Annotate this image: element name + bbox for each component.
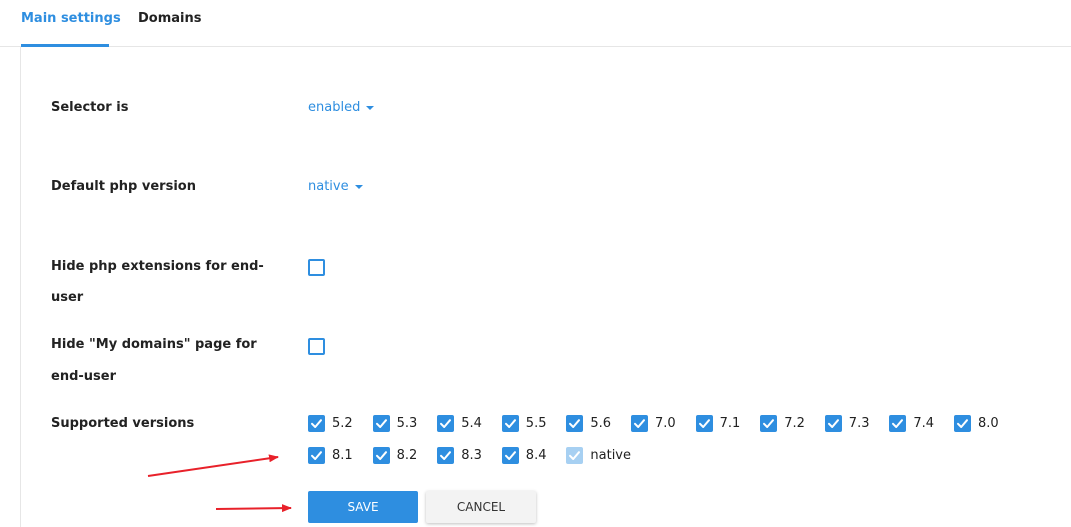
version-option-5-3[interactable]: 5.3: [372, 415, 418, 432]
tab-domains[interactable]: Domains: [138, 11, 202, 26]
version-checkbox-5-6[interactable]: [566, 415, 584, 432]
version-checkbox-8-3[interactable]: [437, 447, 455, 464]
version-label: 7.0: [655, 416, 676, 431]
version-label: 8.0: [978, 416, 999, 431]
selector-dropdown[interactable]: enabled: [308, 100, 375, 115]
version-option-5-2[interactable]: 5.2: [308, 415, 353, 432]
version-checkbox-5-4[interactable]: [437, 415, 455, 432]
version-checkbox-7-2[interactable]: [760, 415, 778, 432]
selector-label: Selector is: [51, 100, 129, 115]
version-option-8-4[interactable]: 8.4: [501, 447, 547, 464]
cancel-button[interactable]: CANCEL: [426, 491, 536, 523]
version-label: 5.2: [332, 416, 353, 431]
checkmark-icon: [311, 419, 322, 428]
tab-main-settings[interactable]: Main settings: [21, 11, 121, 26]
version-label: 8.4: [525, 448, 547, 463]
version-label: 5.4: [461, 416, 482, 431]
checkmark-icon: [763, 419, 775, 428]
version-checkbox-5-2[interactable]: [308, 415, 325, 432]
default-php-value: native: [308, 179, 349, 194]
checkmark-icon: [375, 419, 387, 428]
version-option-8-3[interactable]: 8.3: [437, 447, 482, 464]
checkmark-icon: [440, 451, 452, 460]
version-label: 7.1: [719, 416, 741, 431]
version-label: 8.1: [332, 448, 353, 463]
version-label: 5.6: [590, 416, 612, 431]
hide-extensions-label-line1: Hide php extensions for end-: [51, 259, 264, 274]
version-option-7-2[interactable]: 7.2: [760, 415, 805, 432]
checkmark-icon: [375, 451, 387, 460]
version-option-7-0[interactable]: 7.0: [631, 415, 676, 432]
version-label: 8.3: [461, 448, 482, 463]
checkmark-icon: [892, 419, 904, 428]
version-checkbox-native[interactable]: [566, 447, 584, 464]
caret-down-icon: [366, 105, 375, 110]
selector-value: enabled: [308, 100, 361, 115]
version-checkbox-5-3[interactable]: [372, 415, 390, 432]
checkmark-icon: [569, 451, 581, 460]
hide-extensions-checkbox[interactable]: [308, 259, 325, 276]
version-option-7-1[interactable]: 7.1: [695, 415, 741, 432]
hide-domains-label-line1: Hide "My domains" page for: [51, 337, 257, 352]
version-option-8-2[interactable]: 8.2: [372, 447, 418, 464]
version-option-5-5[interactable]: 5.5: [501, 415, 547, 432]
version-checkbox-8-2[interactable]: [372, 447, 390, 464]
version-checkbox-7-3[interactable]: [824, 415, 842, 432]
version-checkbox-7-0[interactable]: [631, 415, 648, 432]
save-button[interactable]: SAVE: [308, 491, 418, 523]
hide-domains-checkbox[interactable]: [308, 338, 325, 355]
version-option-8-0[interactable]: 8.0: [954, 415, 999, 432]
version-label: 8.2: [396, 448, 418, 463]
version-label: 5.5: [525, 416, 547, 431]
checkmark-icon: [440, 419, 452, 428]
hide-domains-label-line2: end-user: [51, 369, 116, 384]
version-checkbox-8-1[interactable]: [308, 447, 325, 464]
version-checkbox-7-4[interactable]: [889, 415, 907, 432]
version-option-5-6[interactable]: 5.6: [566, 415, 611, 432]
version-checkbox-5-5[interactable]: [501, 415, 519, 432]
version-label: 7.4: [913, 416, 935, 431]
default-php-dropdown[interactable]: native: [308, 179, 363, 194]
version-option-7-3[interactable]: 7.3: [824, 415, 870, 432]
checkmark-icon: [698, 419, 710, 428]
version-option-7-4[interactable]: 7.4: [889, 415, 934, 432]
tab-bar: Main settings Domains: [0, 0, 1071, 47]
version-checkbox-7-1[interactable]: [695, 415, 713, 432]
version-label: 7.2: [784, 416, 805, 431]
version-label: native: [590, 448, 631, 463]
supported-versions-label: Supported versions: [51, 416, 195, 431]
version-option-5-4[interactable]: 5.4: [437, 415, 482, 432]
hide-extensions-label-line2: user: [51, 290, 84, 305]
version-option-8-1[interactable]: 8.1: [308, 447, 353, 464]
version-label: 5.3: [396, 416, 418, 431]
version-checkbox-8-0[interactable]: [954, 415, 971, 432]
version-option-native[interactable]: native: [566, 447, 631, 464]
checkmark-icon: [504, 419, 516, 428]
checkmark-icon: [634, 419, 645, 428]
checkmark-icon: [827, 419, 839, 428]
caret-down-icon: [354, 184, 363, 189]
checkmark-icon: [957, 419, 968, 428]
version-checkbox-8-4[interactable]: [501, 447, 519, 464]
version-label: 7.3: [848, 416, 870, 431]
checkmark-icon: [569, 419, 581, 428]
checkmark-icon: [504, 451, 516, 460]
checkmark-icon: [311, 451, 322, 460]
default-php-label: Default php version: [51, 179, 196, 194]
